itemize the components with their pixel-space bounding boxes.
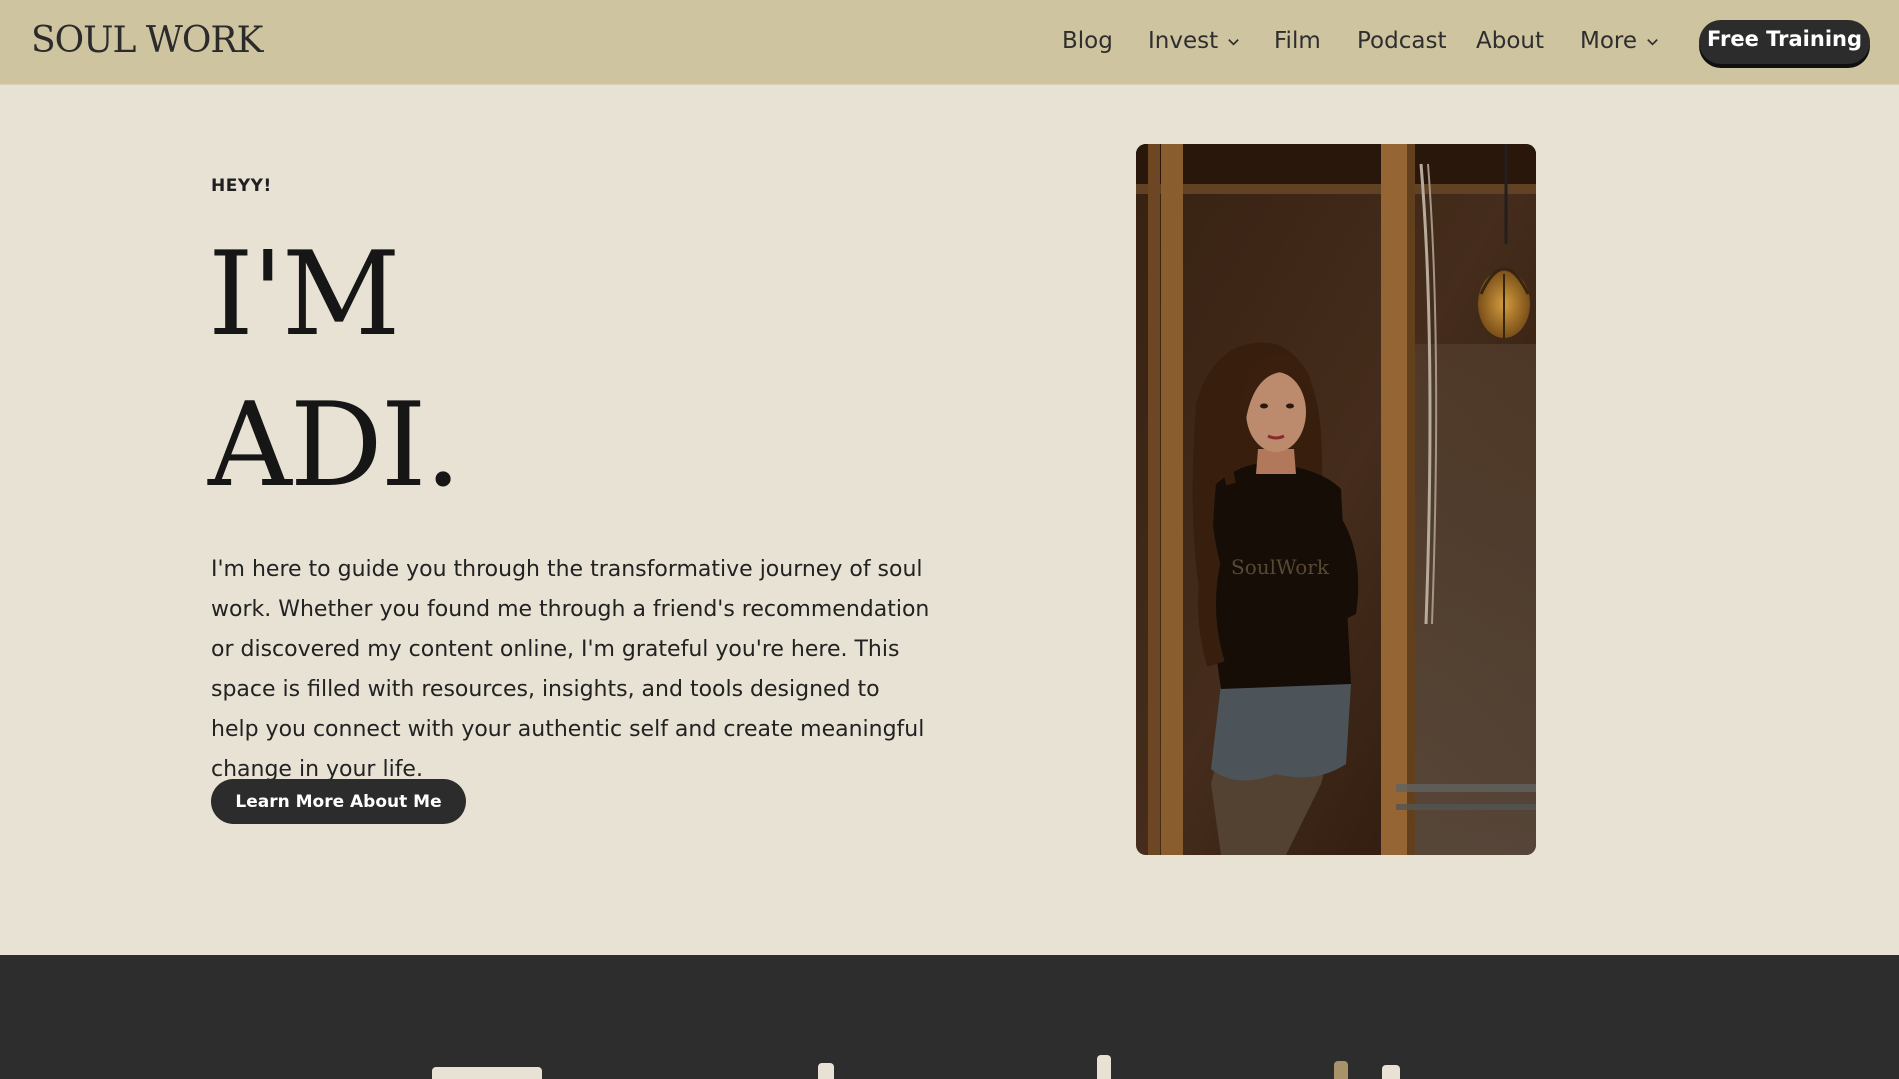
chevron-down-icon xyxy=(1228,38,1239,46)
nav-blog-label: Blog xyxy=(1062,28,1113,54)
nav-invest-label: Invest xyxy=(1148,28,1219,54)
nav-film[interactable]: Film xyxy=(1274,28,1321,54)
nav-podcast-label: Podcast xyxy=(1357,28,1447,54)
nav-blog[interactable]: Blog xyxy=(1062,28,1113,54)
heading-fragment xyxy=(1097,1055,1111,1079)
portrait-photo: SoulWork xyxy=(1136,144,1536,855)
heading-fragment xyxy=(432,1067,542,1079)
hero-body-text: I'm here to guide you through the transf… xyxy=(211,557,930,782)
hero-headline-line1: I'M xyxy=(208,227,400,362)
heading-fragment xyxy=(1334,1061,1348,1079)
chevron-down-icon xyxy=(1647,38,1658,46)
cropped-heading xyxy=(0,1055,1899,1079)
nav-about[interactable]: About xyxy=(1476,28,1544,54)
heading-fragment xyxy=(818,1063,834,1079)
nav-film-label: Film xyxy=(1274,28,1321,54)
nav-more[interactable]: More xyxy=(1580,28,1660,54)
site-header: SOUL WORK Blog Invest Film Podcast About… xyxy=(0,0,1899,85)
nav-more-label: More xyxy=(1580,28,1638,54)
nav-invest[interactable]: Invest xyxy=(1148,28,1241,54)
nav-podcast[interactable]: Podcast xyxy=(1357,28,1446,54)
free-training-button[interactable]: Free Training xyxy=(1699,20,1870,64)
dark-section xyxy=(0,955,1899,1079)
site-logo[interactable]: SOUL WORK xyxy=(31,20,263,61)
heading-fragment xyxy=(1382,1065,1400,1079)
nav-about-label: About xyxy=(1476,28,1545,54)
hero-headline-line2: ADI. xyxy=(208,378,461,513)
hero-eyebrow: HEYY! xyxy=(211,176,272,196)
learn-more-button[interactable]: Learn More About Me xyxy=(211,779,466,824)
